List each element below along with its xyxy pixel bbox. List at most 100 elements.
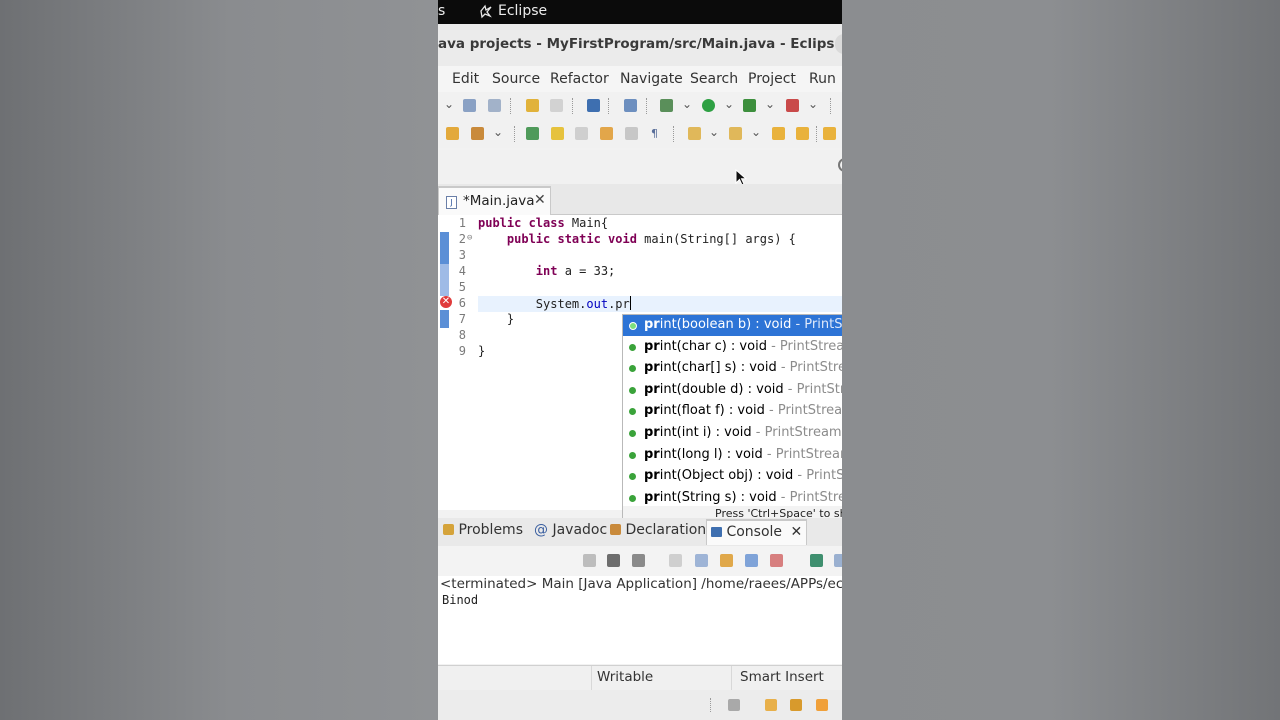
proposal-declaring-type: - PrintStream [771, 338, 842, 354]
debug-dropdown-icon[interactable]: ⌄ [682, 97, 692, 111]
tab-javadoc[interactable]: @ Javadoc [534, 522, 607, 538]
search-icon[interactable] [838, 158, 842, 172]
block-selection-icon[interactable] [575, 127, 588, 140]
code-line[interactable]: 4 int a = 33; [438, 264, 842, 280]
new-dropdown-icon[interactable]: ⌄ [444, 97, 454, 111]
code-line[interactable]: 6 System.out.pr [459, 296, 842, 312]
proposal-item[interactable]: print(char[] s) : void - PrintStream [623, 358, 842, 379]
proposal-match: pr [644, 468, 660, 484]
open-type-icon[interactable] [446, 127, 459, 140]
tab-console[interactable]: Console ✕ [706, 519, 808, 545]
terminal-icon[interactable] [587, 99, 600, 112]
show-on-stderr-icon[interactable] [770, 554, 783, 567]
code-token: .pr [608, 297, 630, 311]
console-output[interactable]: <terminated> Main [Java Application] /ho… [438, 576, 842, 664]
open-console-icon[interactable] [834, 554, 842, 567]
line-number: 4 [458, 264, 466, 278]
code-line[interactable]: 5 [438, 280, 842, 296]
external-tools-dropdown-icon[interactable]: ⌄ [808, 97, 818, 111]
fold-toggle-icon[interactable]: ⊖ [467, 233, 472, 243]
code-token: } [478, 344, 486, 358]
proposal-declaring-type: - PrintStream [797, 468, 842, 484]
remove-launch-icon[interactable] [607, 554, 620, 567]
menu-project[interactable]: Project [748, 71, 796, 87]
menu-run[interactable]: Run [809, 71, 836, 87]
last-edit-location-icon[interactable] [772, 127, 785, 140]
proposal-item[interactable]: print(long l) : void - PrintStream [623, 445, 842, 466]
proposal-item[interactable]: print(int i) : void - PrintStream [623, 423, 842, 444]
code-line[interactable]: 1 public class Main{ [438, 216, 842, 232]
word-wrap-icon[interactable] [720, 554, 733, 567]
tab-main-java[interactable]: J *Main.java ✕ [438, 186, 551, 216]
toolbar-separator [572, 98, 574, 114]
code-token: int [478, 264, 565, 278]
pilcrow-icon[interactable]: ¶ [651, 127, 664, 140]
search-marker-icon[interactable] [526, 127, 539, 140]
activities-app-menu[interactable]: Eclipse [478, 3, 547, 19]
breadcrumb-icon[interactable] [600, 127, 613, 140]
pin-console-icon[interactable] [810, 554, 823, 567]
save-icon[interactable] [463, 99, 476, 112]
forward-icon[interactable] [823, 127, 836, 140]
proposal-item[interactable]: print(double d) : void - PrintStream [623, 380, 842, 401]
code-line[interactable]: 2 public static void main(String[] args)… [438, 232, 842, 248]
scroll-lock-icon[interactable] [695, 554, 708, 567]
proposal-declaring-type: - PrintStream [766, 446, 842, 462]
skip-breakpoints-icon[interactable] [624, 99, 637, 112]
task-dropdown-icon[interactable]: ⌄ [493, 125, 503, 139]
proposal-item[interactable]: print(char c) : void - PrintStream [623, 337, 842, 358]
progress-icon[interactable] [728, 699, 740, 711]
proposal-match: pr [644, 425, 660, 440]
task-list-icon[interactable] [765, 699, 777, 711]
undo-icon[interactable] [526, 99, 539, 112]
close-tab-icon[interactable]: ✕ [534, 192, 546, 208]
proposal-item[interactable]: print(float f) : void - PrintStream [623, 401, 842, 422]
tab-declaration[interactable]: Declaration [610, 522, 706, 538]
redo-icon[interactable] [550, 99, 563, 112]
back-icon[interactable] [796, 127, 809, 140]
coverage-dropdown-icon[interactable]: ⌄ [765, 97, 775, 111]
line-number: 6 [458, 296, 466, 310]
menu-refactor[interactable]: Refactor [550, 71, 609, 87]
remove-all-terminated-icon[interactable] [632, 554, 645, 567]
proposal-text: print(boolean b) : void - PrintStream [644, 317, 842, 332]
next-annotation-dropdown-icon[interactable]: ⌄ [709, 125, 719, 139]
quick-access-icon[interactable] [816, 699, 828, 711]
status-bar: Writable Smart Insert [438, 665, 842, 690]
run-icon[interactable] [702, 99, 715, 112]
public-method-icon [629, 408, 636, 416]
public-method-icon [629, 343, 636, 351]
open-task-icon[interactable] [471, 127, 484, 140]
highlight-icon[interactable] [551, 127, 564, 140]
external-tools-icon[interactable] [786, 99, 799, 112]
clear-console-icon[interactable] [669, 554, 682, 567]
trim-separator [710, 698, 712, 712]
previous-annotation-dropdown-icon[interactable]: ⌄ [751, 125, 761, 139]
proposal-signature: int(char[] s) : void [659, 360, 777, 376]
code-line[interactable]: 3 [438, 248, 842, 264]
previous-annotation-icon[interactable] [729, 127, 742, 140]
save-all-icon[interactable] [488, 99, 501, 112]
next-annotation-icon[interactable] [688, 127, 701, 140]
menu-search[interactable]: Search [690, 71, 738, 87]
proposal-signature: int(long l) : void [659, 446, 763, 462]
close-console-icon[interactable]: ✕ [790, 524, 802, 540]
line-code: public static void main(String[] args) { [478, 232, 796, 246]
menu-source[interactable]: Source [492, 71, 540, 87]
proposal-text: print(long l) : void - PrintStream [644, 447, 842, 462]
proposal-match: pr [644, 489, 660, 505]
show-on-stdout-icon[interactable] [745, 554, 758, 567]
run-dropdown-icon[interactable]: ⌄ [724, 97, 734, 111]
proposal-item[interactable]: print(boolean b) : void - PrintStream [623, 315, 842, 336]
coverage-icon[interactable] [743, 99, 756, 112]
menu-navigate[interactable]: Navigate [620, 71, 683, 87]
terminate-icon[interactable] [583, 554, 596, 567]
tab-problems[interactable]: Problems [443, 522, 523, 538]
status-divider [731, 666, 732, 690]
menu-edit[interactable]: Edit [452, 71, 479, 87]
debug-icon[interactable] [660, 99, 673, 112]
show-whitespace-icon[interactable] [625, 127, 638, 140]
proposal-item[interactable]: print(Object obj) : void - PrintStream [623, 466, 842, 487]
proposal-declaring-type: - PrintStream [787, 381, 842, 397]
outline-icon[interactable] [790, 699, 802, 711]
